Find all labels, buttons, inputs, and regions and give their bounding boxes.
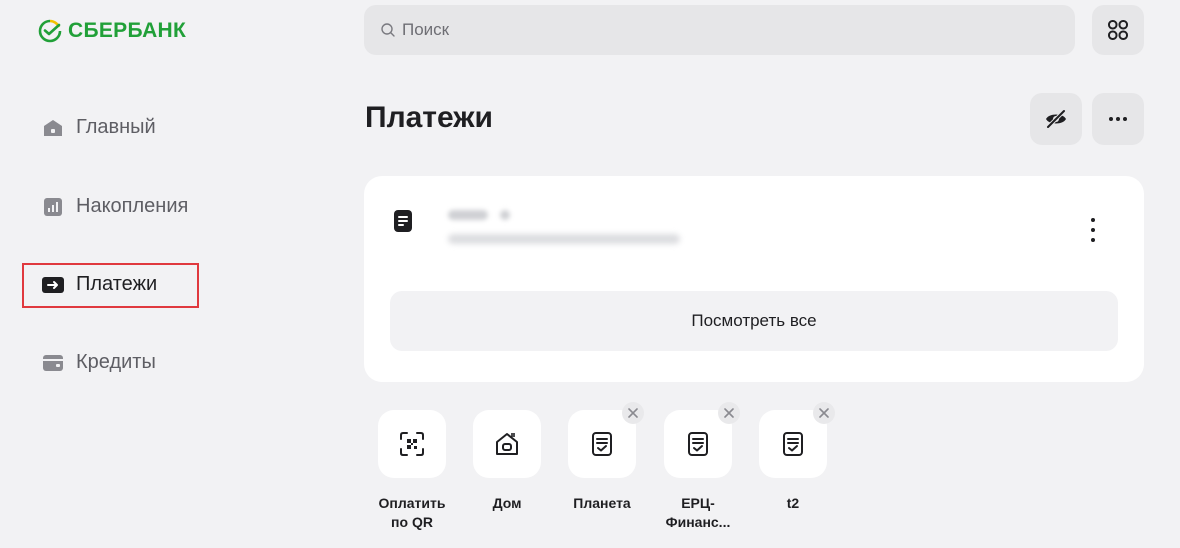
sidebar-item-label: Накопления [76, 195, 189, 217]
sidebar-item-savings[interactable]: Накопления [42, 195, 188, 218]
receipt-icon [783, 432, 803, 456]
card-menu-button[interactable] [1088, 218, 1098, 242]
shortcut-label: Дом [492, 495, 522, 511]
hide-balance-button[interactable] [1030, 93, 1082, 145]
receipt-icon [688, 432, 708, 456]
see-all-button[interactable]: Посмотреть все [390, 291, 1118, 351]
shortcut-home[interactable]: Дом [467, 410, 547, 513]
sidebar-item-credits[interactable]: Кредиты [42, 351, 156, 374]
qr-scan-icon [400, 432, 424, 456]
wallet-icon [42, 352, 64, 374]
logo[interactable]: СБЕРБАНК [38, 19, 186, 43]
shortcut-t2[interactable]: t2 [753, 402, 835, 513]
remove-shortcut-button[interactable] [718, 402, 740, 424]
sidebar-item-home[interactable]: Главный [42, 116, 156, 139]
search-icon [381, 23, 395, 37]
blurred-payment-name [448, 210, 488, 220]
home-icon [42, 117, 64, 139]
sber-logo-icon [38, 19, 62, 43]
sidebar-item-label: Главный [76, 116, 156, 138]
active-item-highlight [22, 263, 199, 308]
shortcut-tile[interactable] [378, 410, 446, 478]
dot-icon [1091, 238, 1095, 242]
shortcut-label: Оплатить по QR [378, 495, 446, 530]
dot-icon [1091, 228, 1095, 232]
apps-grid-icon [1108, 20, 1128, 40]
sidebar-item-label: Кредиты [76, 351, 156, 373]
eye-off-icon [1046, 109, 1066, 129]
shortcut-tile[interactable] [664, 402, 740, 478]
page-title: Платежи [365, 101, 493, 134]
shortcut-label: ЕРЦ-Финанс... [665, 495, 731, 530]
blurred-payment-name [500, 210, 510, 220]
shortcut-erc-finance[interactable]: ЕРЦ-Финанс... [658, 402, 740, 532]
brand-name: СБЕРБАНК [68, 19, 187, 42]
shortcut-label: Планета [573, 495, 631, 511]
receipt-icon [592, 432, 612, 456]
shortcut-planeta[interactable]: Планета [562, 402, 644, 513]
document-icon [394, 210, 412, 232]
blurred-payment-details [448, 234, 680, 244]
shortcut-tile[interactable] [473, 410, 541, 478]
dot-icon [1091, 218, 1095, 222]
close-icon [628, 408, 638, 418]
more-horizontal-icon [1109, 117, 1127, 121]
chart-icon [42, 196, 64, 218]
search-bar[interactable] [364, 5, 1075, 55]
close-icon [819, 408, 829, 418]
shortcut-label: t2 [786, 495, 800, 511]
shortcut-pay-qr[interactable]: Оплатить по QR [372, 410, 452, 532]
search-input[interactable] [402, 20, 1042, 40]
house-icon [496, 433, 518, 455]
apps-grid-button[interactable] [1092, 5, 1144, 55]
payment-card: Посмотреть все [364, 176, 1144, 382]
more-options-button[interactable] [1092, 93, 1144, 145]
shortcut-tile[interactable] [568, 402, 644, 478]
close-icon [724, 408, 734, 418]
shortcut-tile[interactable] [759, 402, 835, 478]
remove-shortcut-button[interactable] [813, 402, 835, 424]
remove-shortcut-button[interactable] [622, 402, 644, 424]
